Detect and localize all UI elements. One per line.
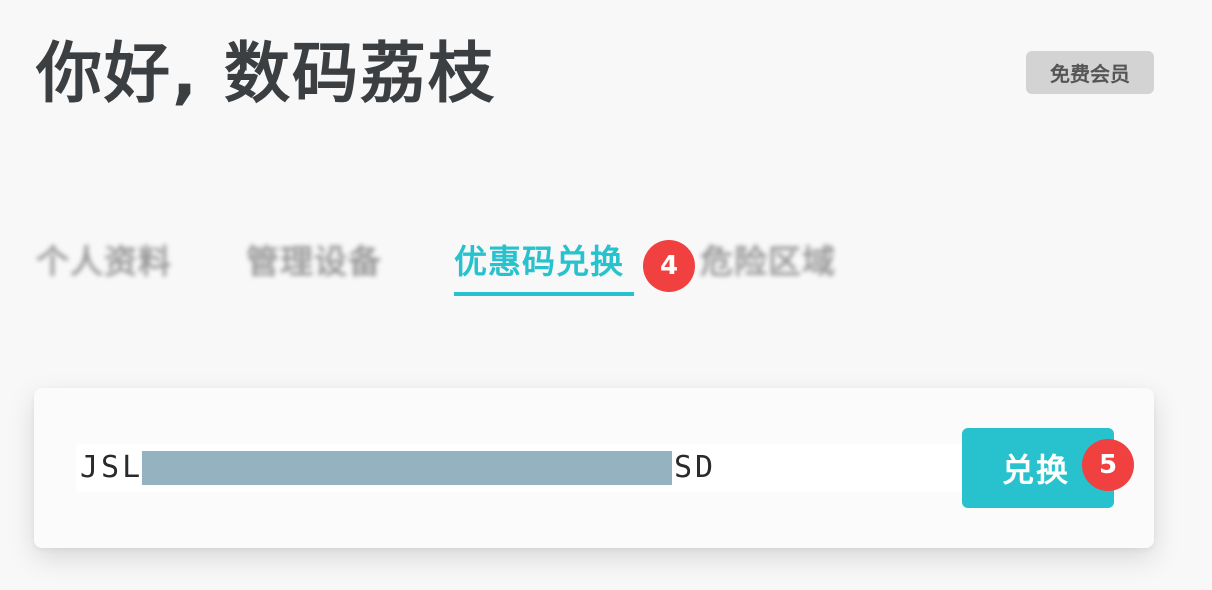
redeem-card: JSL SD 兑换 bbox=[34, 388, 1154, 548]
redeem-button-label: 兑换 bbox=[1002, 451, 1071, 489]
redacted-code-segment bbox=[142, 451, 672, 485]
coupon-code-suffix: SD bbox=[674, 450, 717, 485]
tab-coupon-redeem[interactable]: 优惠码兑换 bbox=[454, 238, 624, 286]
tab-bar: 个人资料 管理设备 优惠码兑换 危险区域 bbox=[0, 232, 1212, 302]
membership-badge: 免费会员 bbox=[1026, 51, 1154, 94]
annotation-marker: 4 bbox=[643, 240, 695, 292]
page-title: 你好, 数码荔枝 bbox=[36, 35, 497, 112]
page: 你好, 数码荔枝 免费会员 个人资料 管理设备 优惠码兑换 危险区域 4 JSL… bbox=[0, 0, 1212, 590]
coupon-code-input[interactable]: JSL SD bbox=[76, 444, 966, 492]
tab-manage-devices[interactable]: 管理设备 bbox=[246, 238, 382, 286]
active-tab-indicator bbox=[454, 292, 634, 296]
annotation-marker: 5 bbox=[1082, 439, 1134, 491]
coupon-code-prefix: JSL bbox=[80, 450, 144, 485]
tab-profile[interactable]: 个人资料 bbox=[36, 238, 172, 286]
tab-danger-zone[interactable]: 危险区域 bbox=[700, 238, 836, 286]
